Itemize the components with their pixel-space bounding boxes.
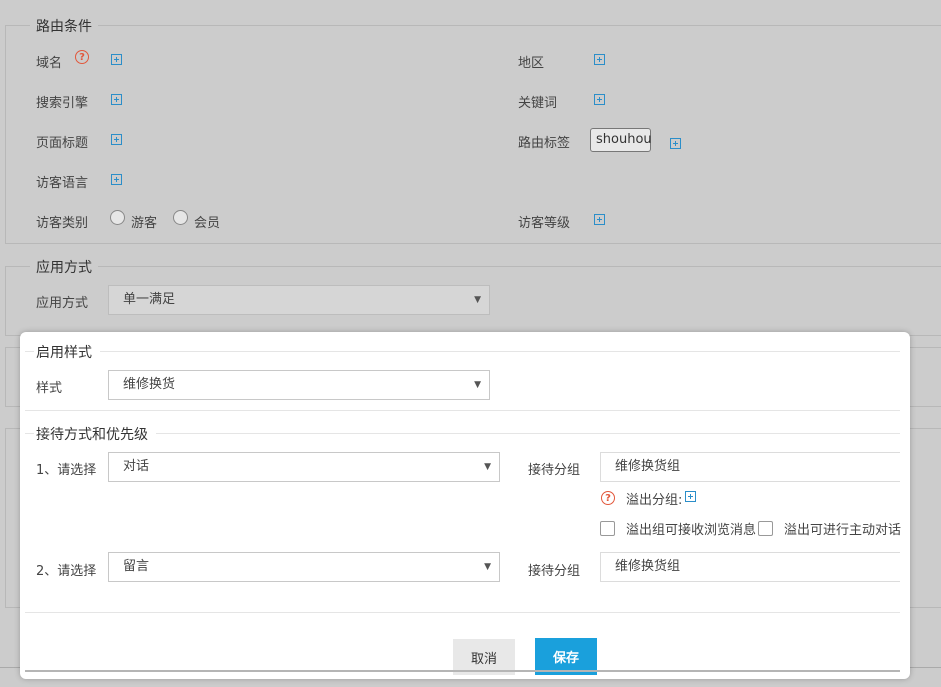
style-section-legend: 启用样式	[34, 342, 100, 362]
chevron-down-icon: ▼	[474, 380, 481, 390]
overflow-help-icon[interactable]: ?	[601, 491, 615, 505]
reception-row1-label: 1、请选择	[36, 463, 97, 478]
reception-row2-value: 留言	[123, 559, 150, 574]
visitor-language-label: 访客语言	[36, 176, 89, 191]
keyword-add-icon[interactable]	[594, 94, 605, 105]
overflow-receive-browse-checkbox[interactable]	[600, 521, 615, 536]
route-tag-label: 路由标签	[518, 136, 571, 151]
route-tag-chip[interactable]: shouhou	[590, 128, 652, 152]
search-engine-add-icon[interactable]	[111, 94, 122, 105]
search-engine-label: 搜索引擎	[36, 96, 89, 111]
visitor-level-add-icon[interactable]	[594, 214, 605, 225]
domain-help-icon[interactable]: ?	[75, 50, 89, 64]
domain-add-icon[interactable]	[111, 54, 122, 65]
overflow-proactive-chat-checkbox[interactable]	[758, 521, 773, 536]
reception-row2-group-label: 接待分组	[528, 564, 581, 579]
footer-divider	[25, 612, 900, 613]
reception-row2-label: 2、请选择	[36, 564, 97, 579]
visitor-language-add-icon[interactable]	[111, 174, 122, 185]
visitor-type-guest-radio[interactable]	[110, 210, 125, 225]
reception-section-line	[25, 433, 900, 434]
chevron-down-icon: ▼	[484, 562, 491, 572]
overflow-proactive-chat-label: 溢出可进行主动对话	[784, 523, 902, 538]
visitor-level-label: 访客等级	[518, 216, 571, 231]
routing-conditions-legend: 路由条件	[30, 16, 98, 36]
visitor-type-guest-label: 游客	[131, 216, 158, 231]
reception-row2-select[interactable]: 留言 ▼	[108, 552, 500, 582]
region-add-icon[interactable]	[594, 54, 605, 65]
route-tag-add-icon[interactable]	[670, 138, 681, 149]
domain-label: 域名	[36, 56, 63, 71]
apply-method-value: 单一满足	[123, 292, 176, 307]
reception-section-legend: 接待方式和优先级	[34, 424, 156, 444]
reception-row1-select[interactable]: 对话 ▼	[108, 452, 500, 482]
style-select[interactable]: 维修换货 ▼	[108, 370, 490, 400]
reception-row2-group-input[interactable]: 维修换货组	[600, 552, 900, 582]
page-title-label: 页面标题	[36, 136, 89, 151]
region-label: 地区	[518, 56, 545, 71]
apply-method-legend: 应用方式	[30, 257, 98, 277]
overflow-group-add-icon[interactable]	[685, 491, 696, 502]
visitor-type-member-radio[interactable]	[173, 210, 188, 225]
reception-row1-group-input[interactable]: 维修换货组	[600, 452, 900, 482]
modal-scroll-edge	[25, 670, 900, 672]
reception-row1-group-label: 接待分组	[528, 463, 581, 478]
style-select-value: 维修换货	[123, 377, 176, 392]
style-section-bottom-line	[25, 410, 900, 411]
reception-row1-group-value: 维修换货组	[615, 459, 681, 474]
page-title-add-icon[interactable]	[111, 134, 122, 145]
apply-method-select[interactable]: 单一满足 ▼	[108, 285, 490, 315]
visitor-type-member-label: 会员	[194, 216, 221, 231]
reception-row2-group-value: 维修换货组	[615, 559, 681, 574]
overflow-receive-browse-label: 溢出组可接收浏览消息	[626, 523, 757, 538]
keyword-label: 关键词	[518, 96, 558, 111]
chevron-down-icon: ▼	[484, 462, 491, 472]
overflow-group-label: 溢出分组:	[626, 493, 683, 508]
style-modal: 启用样式 样式 维修换货 ▼ 接待方式和优先级 1、请选择 对话 ▼ 接待分组 …	[20, 332, 910, 679]
apply-method-label: 应用方式	[36, 296, 89, 311]
visitor-type-label: 访客类别	[36, 216, 89, 231]
chevron-down-icon: ▼	[474, 295, 481, 305]
style-section-line	[25, 351, 900, 352]
style-label: 样式	[36, 381, 63, 396]
reception-row1-value: 对话	[123, 459, 150, 474]
